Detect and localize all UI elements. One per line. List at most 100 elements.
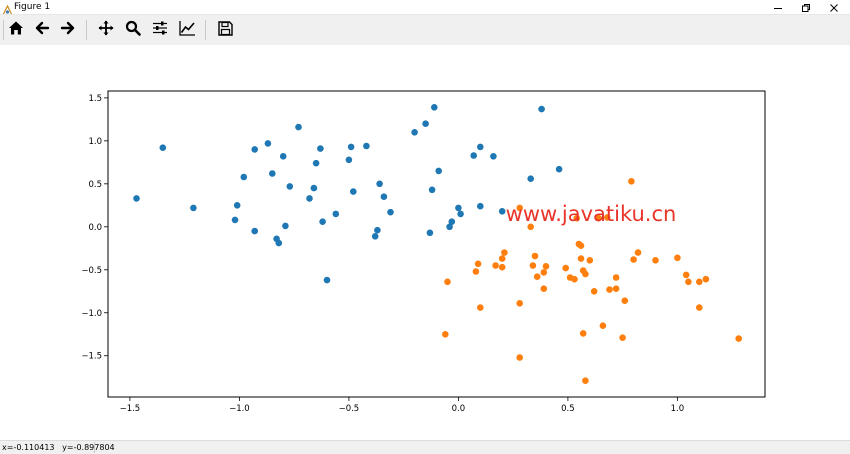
subplots-button[interactable]	[150, 20, 170, 40]
y-tick-label: −1.0	[81, 309, 102, 319]
series-1-point	[577, 255, 585, 262]
series-1-point	[577, 242, 585, 249]
series-0-point	[345, 156, 353, 164]
series-1-point	[516, 300, 523, 307]
series-1-point	[540, 269, 548, 276]
x-tick-label: 0.5	[561, 404, 575, 414]
axes-frame	[107, 90, 766, 398]
series-1-point	[444, 278, 451, 286]
series-1-point	[582, 377, 589, 385]
series-0-point	[448, 218, 456, 225]
toolbar-separator	[3, 20, 4, 40]
close-button[interactable]	[822, 0, 846, 14]
series-0-point	[387, 208, 394, 216]
series-0-point	[295, 123, 302, 131]
series-0-point	[279, 153, 287, 160]
series-1-point	[612, 274, 620, 281]
matplotlib-icon	[2, 1, 13, 16]
series-0-point	[347, 143, 355, 151]
maximize-button[interactable]	[794, 0, 818, 14]
series-1-point	[674, 254, 681, 262]
series-0-point	[431, 104, 438, 111]
series-0-point	[332, 210, 340, 218]
series-0-point	[251, 146, 258, 153]
series-0-point	[498, 208, 506, 215]
series-1-point	[579, 330, 587, 337]
y-tick-label: 1.0	[88, 137, 102, 147]
series-1-point	[599, 322, 607, 330]
figure-canvas[interactable]: −1.5 −1.0 −0.5 0.0 0.5 1.0 1.5 1.0 0.5 0.0 −0.5 −1.…	[0, 45, 850, 439]
series-0-point	[306, 195, 313, 202]
pan-button[interactable]	[96, 20, 116, 40]
window-title: Figure 1	[14, 2, 51, 12]
minimize-button[interactable]	[766, 0, 790, 14]
series-1-point	[501, 249, 508, 256]
series-1-point	[606, 286, 613, 293]
series-0-point	[428, 186, 436, 194]
zoom-button[interactable]	[123, 20, 143, 40]
back-button[interactable]	[32, 20, 52, 40]
series-0-point	[231, 216, 239, 224]
home-button[interactable]	[6, 20, 26, 40]
series-0-point	[282, 222, 289, 230]
series-0-point	[310, 184, 318, 192]
series-1-point	[612, 285, 620, 292]
title-bar: Figure 1	[0, 0, 850, 16]
series-1-point	[619, 334, 626, 342]
series-0-point	[374, 226, 381, 234]
series-0-point	[376, 180, 383, 188]
series-0-point	[190, 204, 197, 212]
series-1-point	[571, 275, 578, 283]
series-0-point	[527, 175, 534, 182]
x-tick-label: −0.5	[339, 404, 360, 414]
series-1-point	[474, 260, 482, 268]
series-0-point	[477, 143, 484, 151]
x-tick-label: 0.0	[452, 404, 466, 414]
series-0-point	[470, 152, 478, 159]
move-icon	[98, 20, 114, 40]
series-0-point	[363, 142, 370, 150]
series-0-point	[555, 165, 563, 173]
series-1-point	[498, 263, 506, 271]
series-1-point	[621, 297, 629, 304]
toolbar-separator	[86, 20, 87, 40]
series-0-point	[371, 233, 379, 240]
series-1-point	[498, 255, 506, 262]
cursor-coordinates: x=-0.110413 y=-0.897804	[2, 443, 115, 452]
save-button[interactable]	[215, 20, 235, 40]
series-1-point	[582, 270, 589, 278]
series-1-point	[634, 249, 642, 256]
series-1-point	[472, 268, 480, 275]
series-1-point	[542, 263, 550, 270]
series-0-point	[275, 239, 283, 247]
series-0-point	[477, 202, 484, 210]
series-0-point	[455, 204, 462, 212]
series-0-point	[538, 105, 545, 113]
sliders-icon	[152, 20, 168, 40]
arrow-left-icon	[34, 20, 50, 40]
series-0-point	[323, 276, 331, 284]
series-0-point	[435, 167, 443, 175]
x-tick-label: 1.0	[671, 404, 685, 414]
series-1-point	[590, 288, 598, 295]
magnifier-icon	[125, 20, 141, 40]
edit-axes-button[interactable]	[177, 20, 197, 40]
toolbar-separator	[205, 20, 206, 40]
series-0-point	[380, 193, 388, 200]
series-1-point	[630, 256, 637, 263]
series-0-point	[233, 202, 241, 209]
series-0-point	[317, 145, 324, 152]
series-1-point	[529, 262, 537, 269]
series-0-point	[240, 173, 248, 181]
series-1-point	[696, 278, 703, 286]
y-tick-label: 0.5	[88, 180, 102, 190]
y-tick-label: 1.5	[88, 94, 102, 104]
watermark-text: www.javatiku.cn	[506, 202, 677, 226]
series-0-point	[457, 210, 464, 218]
series-1-point	[540, 285, 548, 292]
series-0-point	[286, 183, 294, 190]
series-0-point	[251, 227, 258, 235]
series-0-point	[264, 140, 272, 147]
forward-button[interactable]	[58, 20, 78, 40]
scatter-plot[interactable]: −1.5 −1.0 −0.5 0.0 0.5 1.0 1.5 1.0 0.5 0.0 −0.5 −1.…	[0, 45, 850, 439]
